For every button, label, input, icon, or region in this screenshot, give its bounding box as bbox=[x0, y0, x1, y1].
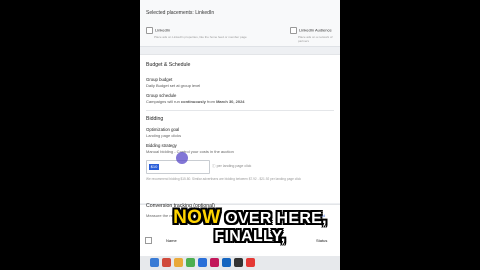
placements-title: Selected placements: LinkedIn bbox=[146, 10, 215, 16]
group-schedule-value: Campaigns will run continuously from Mar… bbox=[146, 99, 245, 104]
bid-recommendation: We recommend bidding $15.80. Similar adv… bbox=[146, 177, 301, 181]
cursor-highlight bbox=[176, 152, 188, 164]
group-schedule-label: Group schedule bbox=[146, 93, 177, 98]
group-budget-value: Daily Budget set at group level bbox=[146, 83, 201, 88]
checkbox-icon[interactable] bbox=[146, 27, 153, 34]
optimization-goal-value: Landing page clicks bbox=[146, 133, 182, 138]
caption-highlight: NOW bbox=[173, 207, 221, 228]
section-divider bbox=[146, 110, 334, 111]
app-icon[interactable] bbox=[162, 258, 171, 267]
bid-selected-text: $10 bbox=[149, 164, 159, 170]
caption-line-1: NOW OVER HERE, bbox=[10, 207, 480, 229]
windows-icon[interactable] bbox=[150, 258, 159, 267]
app-icon[interactable] bbox=[234, 258, 243, 267]
placement-linkedin-audience[interactable]: LinkedIn Audience Place ads on a network… bbox=[290, 27, 340, 43]
bidding-section-title: Bidding bbox=[146, 116, 164, 122]
caption-line-2: FINALLY, bbox=[214, 228, 286, 245]
optimization-goal-label: Optimization goal bbox=[146, 127, 180, 132]
group-budget-label: Group budget bbox=[146, 77, 173, 82]
placement-linkedin[interactable]: LinkedIn Place ads on LinkedIn propertie… bbox=[146, 27, 247, 39]
taskbar bbox=[140, 256, 340, 270]
caption-line-1-rest: OVER HERE, bbox=[225, 210, 327, 227]
budget-section-title: Budget & Schedule bbox=[146, 62, 191, 68]
app-icon[interactable] bbox=[246, 258, 255, 267]
checkbox-icon[interactable] bbox=[290, 27, 297, 34]
app-icon[interactable] bbox=[210, 258, 219, 267]
browser-icon[interactable] bbox=[198, 258, 207, 267]
bidding-strategy-value: Manual bidding - Control your costs in t… bbox=[146, 149, 234, 154]
folder-icon[interactable] bbox=[174, 258, 183, 267]
app-icon[interactable] bbox=[186, 258, 195, 267]
per-click-label: ⓘ per landing page click bbox=[212, 164, 252, 168]
app-icon[interactable] bbox=[222, 258, 231, 267]
placements-panel: Selected placements: LinkedIn LinkedIn P… bbox=[140, 0, 340, 47]
bidding-strategy-label: Bidding strategy bbox=[146, 143, 177, 148]
